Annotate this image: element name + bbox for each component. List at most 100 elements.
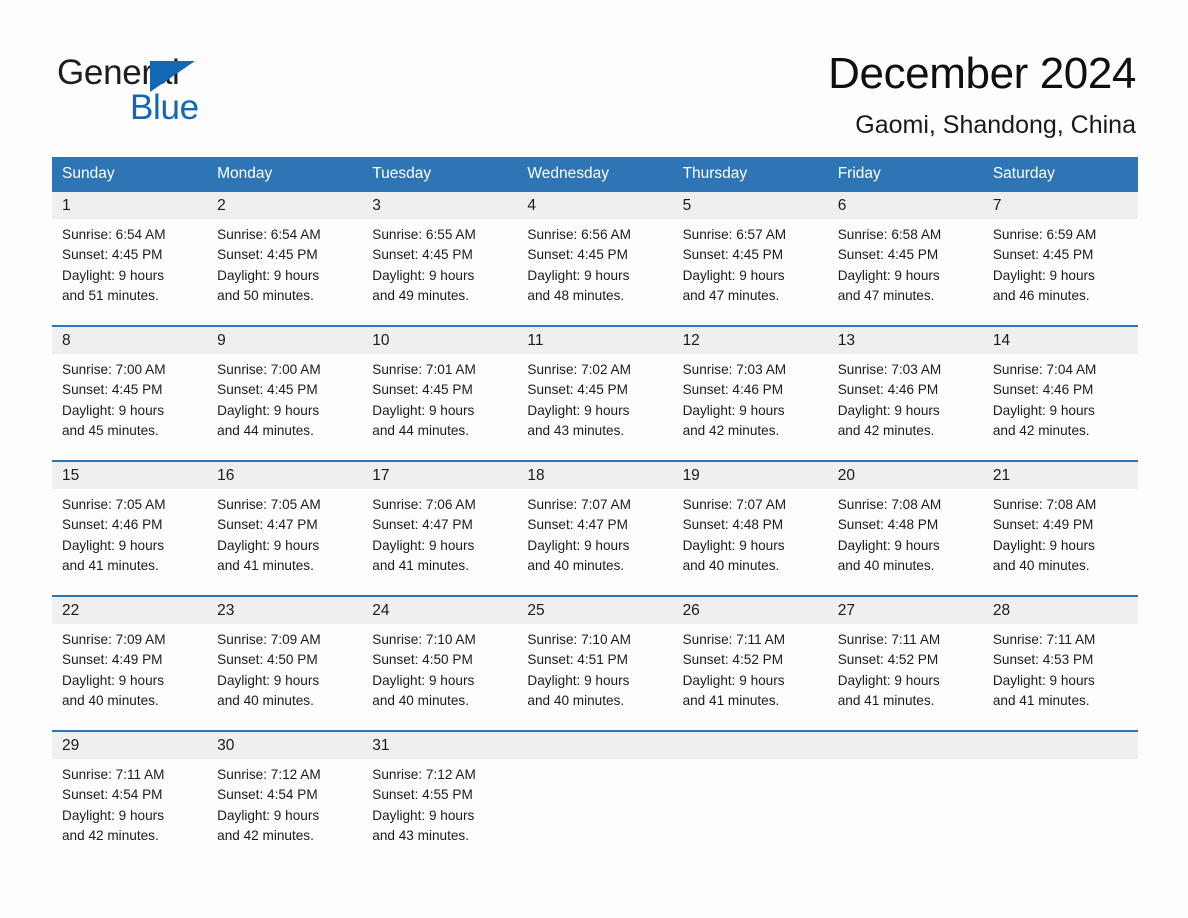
sunset-text: Sunset: 4:47 PM <box>372 517 473 533</box>
day-cell[interactable]: 25 Sunrise: 7:10 AM Sunset: 4:51 PM Dayligh… <box>517 597 673 719</box>
general-blue-logo[interactable]: General Blue <box>57 52 357 132</box>
day-number: 25 <box>527 601 545 619</box>
day-cell[interactable]: 3 Sunrise: 6:55 AM Sunset: 4:45 PM Daylight… <box>362 192 518 314</box>
weekday-header-saturday: Saturday <box>992 164 1055 182</box>
day-details: Sunrise: 7:07 AM Sunset: 4:48 PM Daylight:… <box>673 489 828 576</box>
day-number-band: 19 <box>672 462 828 489</box>
sunrise-text: Sunrise: 7:08 AM <box>837 497 942 512</box>
day-cell[interactable]: 31 Sunrise: 7:12 AM Sunset: 4:55 PM Dayligh… <box>362 732 518 854</box>
sunrise-text: Sunrise: 6:56 AM <box>527 227 631 242</box>
day-cell[interactable]: 28 Sunrise: 7:11 AM Sunset: 4:53 PM Dayligh… <box>982 597 1138 719</box>
daylight-text-line1: Daylight: 9 hours <box>372 807 475 823</box>
day-cell[interactable]: 12 Sunrise: 7:03 AM Sunset: 4:46 PM Dayligh… <box>672 327 828 449</box>
day-number-band: 31 <box>362 732 518 759</box>
day-number: 26 <box>682 601 700 619</box>
day-details: Sunrise: 7:12 AM Sunset: 4:54 PM Daylight:… <box>207 759 362 846</box>
day-cell[interactable]: 27 Sunrise: 7:11 AM Sunset: 4:52 PM Dayligh… <box>827 597 983 719</box>
day-cell[interactable]: 15 Sunrise: 7:05 AM Sunset: 4:46 PM Dayligh… <box>52 462 208 584</box>
sunset-text: Sunset: 4:46 PM <box>682 382 784 398</box>
day-number-band: 12 <box>672 327 828 354</box>
day-cell[interactable]: 5 Sunrise: 6:57 AM Sunset: 4:45 PM Daylight… <box>672 192 828 314</box>
day-number: 8 <box>62 331 71 349</box>
day-details: Sunrise: 6:54 AM Sunset: 4:45 PM Daylight:… <box>207 219 362 306</box>
sunset-text: Sunset: 4:52 PM <box>837 652 939 668</box>
sunset-text: Sunset: 4:45 PM <box>62 247 163 263</box>
daylight-text-line2: and 41 minutes. <box>837 692 935 708</box>
week-row: 22 Sunrise: 7:09 AM Sunset: 4:49 PM Dayligh… <box>52 595 1138 719</box>
day-details: Sunrise: 7:04 AM Sunset: 4:46 PM Daylight:… <box>983 354 1138 441</box>
daylight-text-line1: Daylight: 9 hours <box>372 537 475 553</box>
day-cell[interactable]: 29 Sunrise: 7:11 AM Sunset: 4:54 PM Dayligh… <box>52 732 208 854</box>
day-cell[interactable]: 19 Sunrise: 7:07 AM Sunset: 4:48 PM Dayligh… <box>672 462 828 584</box>
day-details: Sunrise: 7:05 AM Sunset: 4:47 PM Daylight:… <box>207 489 362 576</box>
day-number-band: 6 <box>827 192 983 219</box>
day-cell[interactable]: 16 Sunrise: 7:05 AM Sunset: 4:47 PM Dayligh… <box>207 462 363 584</box>
day-cell[interactable]: 6 Sunrise: 6:58 AM Sunset: 4:45 PM Daylight… <box>827 192 983 314</box>
day-number-band: 9 <box>207 327 363 354</box>
day-number-band: 23 <box>207 597 363 624</box>
day-cell[interactable]: 7 Sunrise: 6:59 AM Sunset: 4:45 PM Daylight… <box>982 192 1138 314</box>
day-cell[interactable]: 4 Sunrise: 6:56 AM Sunset: 4:45 PM Daylight… <box>517 192 673 314</box>
day-cell[interactable]: 22 Sunrise: 7:09 AM Sunset: 4:49 PM Dayligh… <box>52 597 208 719</box>
day-cell-empty <box>517 732 673 854</box>
day-cell[interactable]: 8 Sunrise: 7:00 AM Sunset: 4:45 PM Daylight… <box>52 327 208 449</box>
day-number: 3 <box>372 196 381 214</box>
daylight-text-line1: Daylight: 9 hours <box>217 402 320 418</box>
daylight-text-line1: Daylight: 9 hours <box>62 672 165 688</box>
day-details: Sunrise: 7:08 AM Sunset: 4:49 PM Daylight:… <box>983 489 1138 576</box>
day-details: Sunrise: 6:54 AM Sunset: 4:45 PM Daylight:… <box>52 219 207 306</box>
daylight-text-line1: Daylight: 9 hours <box>527 537 630 553</box>
sunrise-text: Sunrise: 7:11 AM <box>682 632 786 647</box>
day-cell[interactable]: 30 Sunrise: 7:12 AM Sunset: 4:54 PM Dayligh… <box>207 732 363 854</box>
day-cell[interactable]: 20 Sunrise: 7:08 AM Sunset: 4:48 PM Dayligh… <box>827 462 983 584</box>
day-cell[interactable]: 23 Sunrise: 7:09 AM Sunset: 4:50 PM Dayligh… <box>207 597 363 719</box>
day-number-band: 25 <box>517 597 673 624</box>
daylight-text-line1: Daylight: 9 hours <box>837 402 940 418</box>
day-cell[interactable]: 10 Sunrise: 7:01 AM Sunset: 4:45 PM Dayligh… <box>362 327 518 449</box>
day-details: Sunrise: 6:59 AM Sunset: 4:45 PM Daylight:… <box>983 219 1138 306</box>
sunset-text: Sunset: 4:45 PM <box>837 247 939 263</box>
day-cell[interactable]: 26 Sunrise: 7:11 AM Sunset: 4:52 PM Dayligh… <box>672 597 828 719</box>
day-cell[interactable]: 21 Sunrise: 7:08 AM Sunset: 4:49 PM Dayligh… <box>982 462 1138 584</box>
day-number: 11 <box>527 331 544 349</box>
day-cell[interactable]: 13 Sunrise: 7:03 AM Sunset: 4:46 PM Dayligh… <box>827 327 983 449</box>
daylight-text-line2: and 51 minutes. <box>62 287 159 303</box>
day-number-band: 30 <box>207 732 363 759</box>
daylight-text-line1: Daylight: 9 hours <box>217 672 320 688</box>
daylight-text-line2: and 46 minutes. <box>992 287 1090 303</box>
day-details: Sunrise: 7:02 AM Sunset: 4:45 PM Daylight:… <box>517 354 672 441</box>
sunset-text: Sunset: 4:48 PM <box>837 517 939 533</box>
day-cell[interactable]: 1 Sunrise: 6:54 AM Sunset: 4:45 PM Daylight… <box>52 192 208 314</box>
day-details: Sunrise: 7:11 AM Sunset: 4:54 PM Daylight:… <box>52 759 207 846</box>
day-number: 14 <box>992 331 1011 349</box>
day-number-band: 10 <box>362 327 518 354</box>
day-details: Sunrise: 7:12 AM Sunset: 4:55 PM Daylight:… <box>362 759 517 846</box>
day-number-band: 28 <box>982 597 1138 624</box>
daylight-text-line1: Daylight: 9 hours <box>217 537 320 553</box>
day-number-band <box>827 732 983 759</box>
sunset-text: Sunset: 4:45 PM <box>527 382 628 398</box>
sunset-text: Sunset: 4:52 PM <box>682 652 784 668</box>
day-details: Sunrise: 7:00 AM Sunset: 4:45 PM Daylight:… <box>207 354 362 441</box>
day-number-band: 17 <box>362 462 518 489</box>
daylight-text-line1: Daylight: 9 hours <box>527 402 630 418</box>
week-row: 15 Sunrise: 7:05 AM Sunset: 4:46 PM Dayligh… <box>52 460 1138 584</box>
day-cell[interactable]: 17 Sunrise: 7:06 AM Sunset: 4:47 PM Dayligh… <box>362 462 518 584</box>
daylight-text-line2: and 48 minutes. <box>527 287 625 303</box>
day-number: 13 <box>837 331 855 349</box>
day-details: Sunrise: 7:08 AM Sunset: 4:48 PM Daylight:… <box>828 489 983 576</box>
daylight-text-line2: and 40 minutes. <box>527 692 625 708</box>
sunrise-text: Sunrise: 7:06 AM <box>372 497 476 512</box>
week-row: 8 Sunrise: 7:00 AM Sunset: 4:45 PM Daylight… <box>52 325 1138 449</box>
day-cell[interactable]: 2 Sunrise: 6:54 AM Sunset: 4:45 PM Daylight… <box>207 192 363 314</box>
day-cell[interactable]: 24 Sunrise: 7:10 AM Sunset: 4:50 PM Dayligh… <box>362 597 518 719</box>
day-cell[interactable]: 9 Sunrise: 7:00 AM Sunset: 4:45 PM Daylight… <box>207 327 363 449</box>
day-cell[interactable]: 18 Sunrise: 7:07 AM Sunset: 4:47 PM Dayligh… <box>517 462 673 584</box>
day-number: 1 <box>62 196 71 214</box>
day-details: Sunrise: 7:06 AM Sunset: 4:47 PM Daylight:… <box>362 489 517 576</box>
sunset-text: Sunset: 4:45 PM <box>372 247 473 263</box>
day-cell[interactable]: 14 Sunrise: 7:04 AM Sunset: 4:46 PM Dayligh… <box>982 327 1138 449</box>
day-number: 12 <box>682 331 700 349</box>
day-cell[interactable]: 11 Sunrise: 7:02 AM Sunset: 4:45 PM Dayligh… <box>517 327 673 449</box>
day-number: 15 <box>62 466 80 484</box>
